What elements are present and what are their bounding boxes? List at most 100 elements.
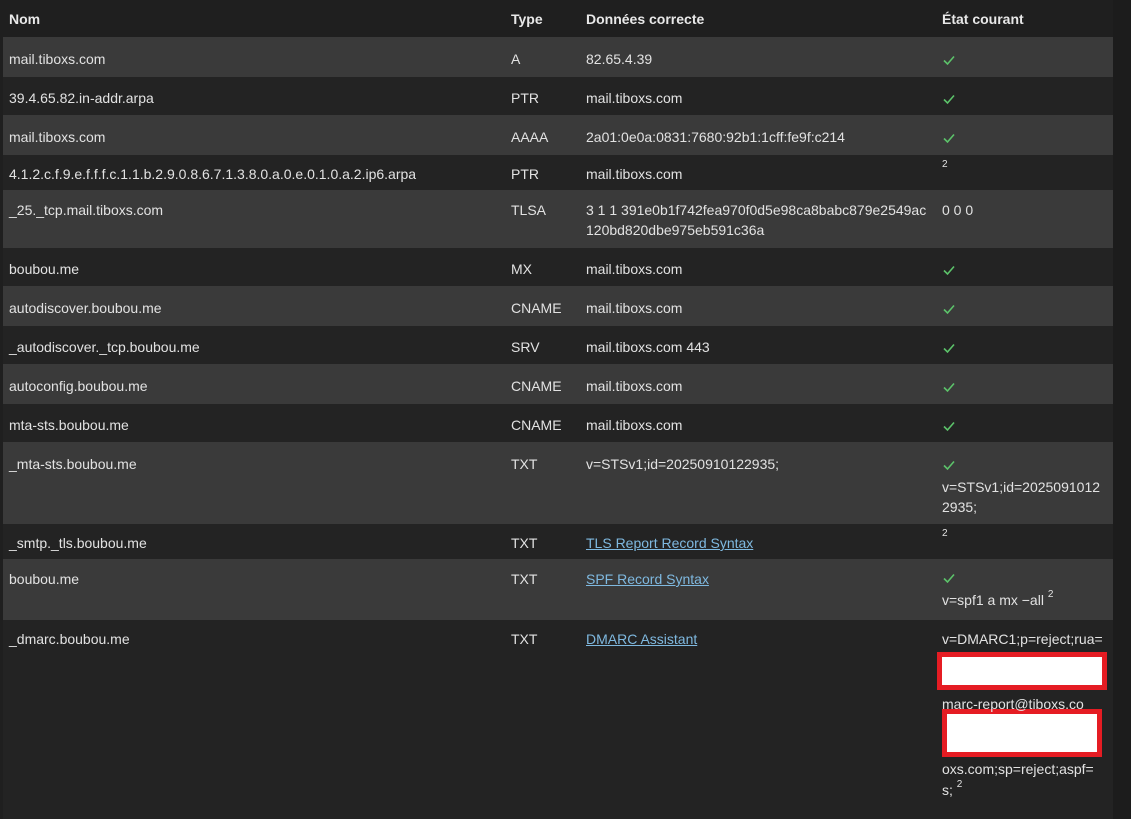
- record-expected-data: mail.tiboxs.com 443: [580, 325, 936, 365]
- dmarc-value-line: oxs.com;sp=reject;aspf=: [942, 761, 1094, 777]
- record-status: [936, 37, 1113, 77]
- record-status: v=spf1 a mx −all 2: [936, 559, 1113, 620]
- table-row: _smtp._tls.boubou.me TXT TLS Report Reco…: [3, 523, 1113, 560]
- record-type: MX: [505, 247, 580, 287]
- record-name: mail.tiboxs.com: [3, 37, 505, 77]
- dmarc-assistant-link[interactable]: DMARC Assistant: [586, 631, 697, 647]
- dns-records-table: Nom Type Données correcte État courant m…: [3, 0, 1113, 819]
- check-icon: [942, 263, 956, 277]
- check-icon: [942, 419, 956, 433]
- footnote-marker: 2: [942, 528, 948, 540]
- column-header-etat[interactable]: État courant: [936, 0, 1113, 38]
- record-name: autoconfig.boubou.me: [3, 364, 505, 404]
- record-status: [936, 115, 1113, 155]
- record-status-text: 0 0 0: [936, 190, 1113, 248]
- check-icon: [942, 458, 956, 472]
- record-current-value: v=spf1 a mx −all: [942, 592, 1044, 608]
- record-name: 39.4.65.82.in-addr.arpa: [3, 76, 505, 116]
- table-row: mail.tiboxs.com AAAA 2a01:0e0a:0831:7680…: [3, 115, 1113, 155]
- table-row: mail.tiboxs.com A 82.65.4.39: [3, 37, 1113, 77]
- table-row: boubou.me MX mail.tiboxs.com: [3, 247, 1113, 287]
- column-header-donnees[interactable]: Données correcte: [580, 0, 936, 38]
- check-icon: [942, 53, 956, 67]
- record-expected-data: SPF Record Syntax: [580, 559, 936, 620]
- record-name: 4.1.2.c.f.9.e.f.f.f.c.1.1.b.2.9.0.8.6.7.…: [3, 154, 505, 191]
- record-name: _25._tcp.mail.tiboxs.com: [3, 190, 505, 248]
- record-name: mta-sts.boubou.me: [3, 403, 505, 443]
- record-type: CNAME: [505, 403, 580, 443]
- check-icon: [942, 92, 956, 106]
- record-type: TLSA: [505, 190, 580, 248]
- table-row: autodiscover.boubou.me CNAME mail.tiboxs…: [3, 286, 1113, 326]
- record-name: _mta-sts.boubou.me: [3, 442, 505, 524]
- record-expected-data: TLS Report Record Syntax: [580, 523, 936, 560]
- vertical-scrollbar[interactable]: [1113, 0, 1131, 819]
- tls-report-syntax-link[interactable]: TLS Report Record Syntax: [586, 535, 753, 551]
- spf-record-syntax-link[interactable]: SPF Record Syntax: [586, 571, 709, 587]
- table-row: 4.1.2.c.f.9.e.f.f.f.c.1.1.b.2.9.0.8.6.7.…: [3, 154, 1113, 191]
- dmarc-value-line: s; 2: [942, 779, 963, 798]
- check-icon: [942, 302, 956, 316]
- record-name: _dmarc.boubou.me: [3, 619, 505, 819]
- redaction-box: [942, 709, 1102, 757]
- record-type: TXT: [505, 619, 580, 819]
- record-type: CNAME: [505, 364, 580, 404]
- record-type: TXT: [505, 559, 580, 620]
- column-header-nom[interactable]: Nom: [3, 0, 505, 38]
- record-expected-data: v=STSv1;id=20250910122935;: [580, 442, 936, 524]
- record-status: [936, 247, 1113, 287]
- record-type: A: [505, 37, 580, 77]
- record-expected-data: 2a01:0e0a:0831:7680:92b1:1cff:fe9f:c214: [580, 115, 936, 155]
- check-icon: [942, 380, 956, 394]
- table-row: _mta-sts.boubou.me TXT v=STSv1;id=202509…: [3, 442, 1113, 524]
- record-status: 2: [936, 523, 1113, 560]
- record-status: 2: [936, 154, 1113, 191]
- dmarc-value-line: marc-report@tiboxs.co: [942, 696, 1084, 712]
- record-status: [936, 403, 1113, 443]
- record-expected-data: mail.tiboxs.com: [580, 154, 936, 191]
- table-row: _dmarc.boubou.me TXT DMARC Assistant v=D…: [3, 619, 1113, 819]
- record-type: CNAME: [505, 286, 580, 326]
- table-header-row: Nom Type Données correcte État courant: [3, 0, 1113, 38]
- table-row: 39.4.65.82.in-addr.arpa PTR mail.tiboxs.…: [3, 76, 1113, 116]
- record-expected-data: 3 1 1 391e0b1f742fea970f0d5e98ca8babc879…: [580, 190, 936, 248]
- column-header-type[interactable]: Type: [505, 0, 580, 38]
- record-name: boubou.me: [3, 247, 505, 287]
- table-row: _autodiscover._tcp.boubou.me SRV mail.ti…: [3, 325, 1113, 365]
- dns-records-panel: Nom Type Données correcte État courant m…: [0, 0, 1131, 819]
- record-type: TXT: [505, 442, 580, 524]
- table-row: autoconfig.boubou.me CNAME mail.tiboxs.c…: [3, 364, 1113, 404]
- record-status: v=STSv1;id=20250910122935;: [936, 442, 1113, 524]
- record-expected-data: mail.tiboxs.com: [580, 76, 936, 116]
- record-status: [936, 286, 1113, 326]
- record-current-value: v=STSv1;id=20250910122935;: [942, 479, 1101, 515]
- record-name: _smtp._tls.boubou.me: [3, 523, 505, 560]
- redaction-box: [937, 652, 1107, 690]
- dmarc-value-line: v=DMARC1;p=reject;rua=: [942, 631, 1103, 647]
- record-expected-data: 82.65.4.39: [580, 37, 936, 77]
- table-row: boubou.me TXT SPF Record Syntax v=spf1 a…: [3, 559, 1113, 620]
- record-expected-data: mail.tiboxs.com: [580, 286, 936, 326]
- record-status: [936, 76, 1113, 116]
- record-expected-data: DMARC Assistant: [580, 619, 936, 819]
- record-status: v=DMARC1;p=reject;rua= marc-report@tibox…: [936, 619, 1113, 819]
- record-type: PTR: [505, 154, 580, 191]
- check-icon: [942, 341, 956, 355]
- record-type: TXT: [505, 523, 580, 560]
- record-status: [936, 364, 1113, 404]
- table-row: _25._tcp.mail.tiboxs.com TLSA 3 1 1 391e…: [3, 190, 1113, 248]
- record-status: [936, 325, 1113, 365]
- record-name: mail.tiboxs.com: [3, 115, 505, 155]
- table-row: mta-sts.boubou.me CNAME mail.tiboxs.com: [3, 403, 1113, 443]
- record-expected-data: mail.tiboxs.com: [580, 403, 936, 443]
- record-type: SRV: [505, 325, 580, 365]
- check-icon: [942, 131, 956, 145]
- record-name: _autodiscover._tcp.boubou.me: [3, 325, 505, 365]
- footnote-marker: 2: [956, 779, 963, 791]
- record-expected-data: mail.tiboxs.com: [580, 247, 936, 287]
- footnote-marker: 2: [942, 159, 948, 171]
- footnote-marker: 2: [1047, 589, 1054, 601]
- check-icon: [942, 571, 956, 585]
- record-expected-data: mail.tiboxs.com: [580, 364, 936, 404]
- record-type: PTR: [505, 76, 580, 116]
